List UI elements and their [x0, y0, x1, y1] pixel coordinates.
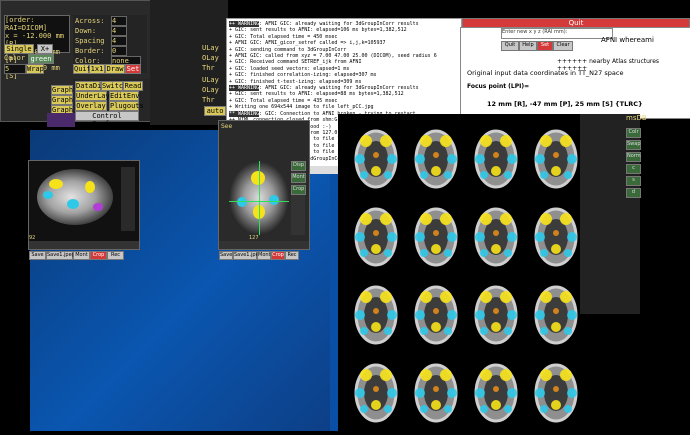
read-button[interactable]: Read — [123, 81, 143, 91]
coord-space-text: Original input data coordinates in TT_N2… — [467, 69, 624, 77]
thr-label-b2: Thr — [202, 96, 215, 104]
ulay-label-b2: ULay — [202, 76, 219, 84]
axial-crop-btn-2[interactable]: Crop — [271, 251, 285, 260]
order-label: [order: RAI=DICOM] — [5, 16, 48, 32]
axial-toolbar: Save Save1.jpegMont Crop Rec — [219, 241, 309, 260]
graph-button-1[interactable]: Graph — [51, 85, 73, 95]
axial-mont-btn[interactable]: Mont — [291, 173, 306, 183]
sag-save-btn[interactable]: Save — [29, 251, 46, 260]
axial-slice-tile — [354, 363, 398, 423]
afni-controller-window: [order: RAI=DICOM] x = -12.000 mm [R] y … — [0, 0, 152, 128]
side-btn-norm[interactable]: Norm — [626, 152, 641, 162]
thr-label-b1: Thr — [202, 64, 215, 72]
ulay-label-b1: ULay — [202, 44, 219, 52]
montage-draw-button[interactable]: Draw — [105, 64, 125, 74]
montage-quit-button[interactable]: Quit — [73, 64, 91, 74]
sag-mont-btn[interactable]: Mont — [73, 251, 90, 260]
where-clear-button[interactable]: Clear — [553, 41, 573, 51]
axial-viewer: See Disp Mont Crop 127 Save Save1.jpegMon… — [218, 120, 310, 260]
axial-crop-btn[interactable]: Crop — [291, 185, 306, 195]
down-field[interactable]: 4 — [111, 26, 127, 36]
where-help-button[interactable]: Help — [519, 41, 537, 51]
side-btn-c[interactable]: c — [626, 164, 641, 174]
axial-slice-tile — [474, 285, 518, 345]
axial-side-bar: Disp Mont Crop — [291, 161, 306, 235]
editenv-button[interactable]: EditEnv — [109, 91, 140, 101]
datadir-button[interactable]: DataDir — [75, 81, 106, 91]
where-set-button[interactable]: Set — [537, 41, 553, 51]
color-label: Color — [4, 54, 26, 62]
axial-slice-tile — [474, 129, 518, 189]
focus-coords: 12 mm [R], -47 mm [P], 25 mm [S] {TLRC} — [487, 100, 643, 108]
sagittal-side-bar — [121, 167, 135, 231]
axial-slice-tile — [534, 207, 578, 267]
see-label: See — [221, 123, 233, 130]
plugouts-button[interactable]: Plugouts — [109, 101, 144, 111]
whereami-topbar — [460, 8, 690, 18]
spacing-field[interactable]: 4 — [111, 36, 127, 46]
olay-label-b2: OLay — [202, 86, 219, 94]
color-select[interactable]: green — [28, 54, 54, 64]
sagittal-brain — [37, 169, 113, 225]
whereami-window: Enter new x y z (RAI mm): Quit Help Set … — [460, 27, 690, 119]
axial-mont-btn-2[interactable]: Mont — [257, 251, 271, 260]
border-label: Border: — [75, 47, 105, 55]
overlay-button[interactable]: Overlay — [75, 101, 107, 111]
single-button[interactable]: Single — [4, 44, 34, 54]
axial-slice-tile — [354, 207, 398, 267]
crosshair-vertical — [259, 161, 260, 235]
afni-controller-b: ULay OLay Thr ULay OLay Thr auto — [150, 0, 228, 125]
msdb-label: msDB — [626, 114, 647, 122]
axial-slice-tile — [354, 285, 398, 345]
wrap-button[interactable]: Wrap — [26, 64, 44, 74]
axial-slice-tile — [474, 363, 518, 423]
olay-label-b1: OLay — [202, 54, 219, 62]
montage-side-panel: msDB Colr Swap Norm c s d — [580, 114, 647, 314]
auto-button[interactable]: auto — [204, 106, 226, 116]
down-label: Down: — [75, 27, 97, 35]
number-field[interactable]: 5 — [4, 64, 26, 74]
side-btn-d[interactable]: d — [626, 188, 641, 198]
across-label: Across: — [75, 17, 105, 25]
montage-set-button[interactable]: Set — [125, 64, 141, 74]
axial-disp-btn[interactable]: Disp — [291, 161, 306, 171]
control-surface-button[interactable]: Control Surface — [75, 111, 139, 128]
axial-slice-tile — [534, 285, 578, 345]
sagittal-viewer: 92 Save Save1.jpegMont Crop Rec — [28, 160, 140, 260]
axial-slice-tile — [354, 129, 398, 189]
sag-rec-btn[interactable]: Rec — [107, 251, 124, 260]
where-quit-button[interactable]: Quit — [501, 41, 519, 51]
graph-button-2[interactable]: Graph — [51, 95, 73, 105]
whereami-title: AFNI whereami — [601, 36, 654, 44]
switch-button[interactable]: Switch — [101, 81, 127, 91]
axial-slice-tile — [474, 207, 518, 267]
axial-slice-tile — [534, 129, 578, 189]
spacing-label: Spacing — [75, 37, 105, 45]
underlay-button[interactable]: UnderLay — [75, 91, 110, 101]
axial-slice-tile — [414, 207, 458, 267]
axial-slice-tile — [414, 285, 458, 345]
datadir-panel: DataDir Switch Read UnderLay EditEnv Ove… — [73, 79, 151, 128]
axial-rec-btn[interactable]: Rec — [285, 251, 299, 260]
crosshair-horizontal — [229, 201, 289, 202]
axial-save-btn[interactable]: Save — [219, 251, 233, 260]
sag-crop-btn[interactable]: Crop — [90, 251, 107, 260]
sag-save1-btn[interactable]: Save1.jpeg — [46, 251, 75, 260]
axial-slice-tile — [414, 129, 458, 189]
across-field[interactable]: 4 — [111, 16, 127, 26]
coord-input[interactable]: Enter new x y z (RAI mm): — [501, 28, 613, 39]
afni-logo-icon — [47, 113, 75, 127]
border-field[interactable]: 0 — [111, 46, 127, 56]
axial-slice-tile — [414, 363, 458, 423]
montage-1x1-button[interactable]: 1x1 — [89, 64, 105, 74]
side-btn-s[interactable]: s — [626, 176, 641, 186]
side-btn-colr[interactable]: Colr — [626, 128, 641, 138]
axial-save1-btn[interactable]: Save1.jpeg — [233, 251, 262, 260]
x-plus-button[interactable]: X+ — [37, 44, 53, 54]
focus-point-label: Focus point (LPI)= — [467, 83, 530, 90]
axial-slice-tile — [534, 363, 578, 423]
sagittal-toolbar: Save Save1.jpegMont Crop Rec — [29, 241, 139, 260]
side-btn-swap[interactable]: Swap — [626, 140, 641, 150]
